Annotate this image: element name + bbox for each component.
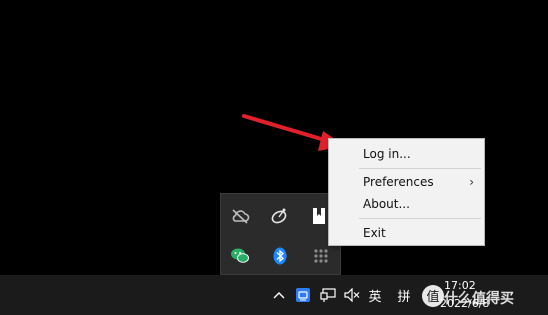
menu-separator bbox=[359, 218, 481, 219]
network-icon[interactable] bbox=[319, 285, 337, 305]
chevron-right-icon: › bbox=[469, 175, 474, 189]
menu-item-about[interactable]: About... bbox=[329, 194, 484, 214]
watermark-text: 什么值得买 bbox=[444, 291, 514, 307]
tray-overflow-flyout bbox=[220, 193, 341, 275]
menu-item-label: Exit bbox=[363, 226, 386, 240]
menu-item-log-in[interactable]: Log in... bbox=[329, 144, 484, 164]
volume-muted-icon[interactable] bbox=[343, 285, 361, 305]
cloud-offline-icon[interactable] bbox=[229, 205, 251, 227]
pinyin-icon[interactable]: 拼 bbox=[395, 285, 413, 305]
bookmark-app-icon[interactable] bbox=[308, 205, 330, 227]
grid-app-icon[interactable] bbox=[310, 245, 332, 267]
menu-item-label: Preferences bbox=[363, 175, 434, 189]
tray-context-menu: Log in... Preferences › About... Exit bbox=[328, 138, 485, 246]
menu-item-label: About... bbox=[363, 197, 410, 211]
input-method-icon[interactable] bbox=[294, 285, 312, 305]
menu-item-exit[interactable]: Exit bbox=[329, 223, 484, 243]
chevron-up-icon[interactable] bbox=[272, 285, 286, 305]
bluetooth-icon[interactable] bbox=[269, 245, 291, 267]
menu-separator bbox=[359, 168, 481, 169]
wechat-icon[interactable] bbox=[229, 245, 251, 267]
menu-item-label: Log in... bbox=[363, 147, 411, 161]
satellite-dish-icon[interactable] bbox=[268, 205, 290, 227]
ime-mode-icon[interactable]: 英 bbox=[366, 285, 384, 305]
menu-item-preferences[interactable]: Preferences › bbox=[329, 172, 484, 192]
